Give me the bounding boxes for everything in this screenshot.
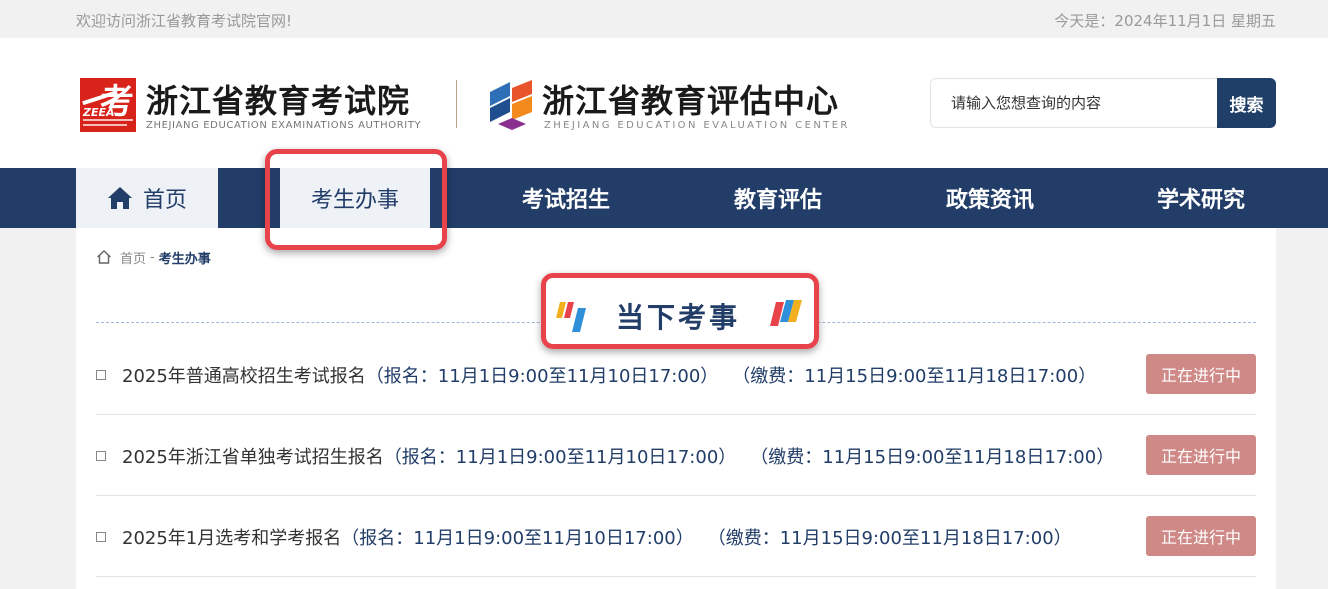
evaluation-center-logo[interactable]: 浙江省教育评估中心 ZHEJIANG EDUCATION EVALUATION …: [488, 76, 858, 136]
search-button[interactable]: 搜索: [1217, 78, 1276, 128]
list-item-registration: （报名：11月1日9:00至11月10日17:00）: [383, 447, 737, 468]
list-item[interactable]: 2025年1月选考和学考报名（报名：11月1日9:00至11月10日17:00）…: [96, 496, 1256, 577]
site-header: 考 ZEEA 浙江省教育考试院 ZHEJIANG EDUCATION EXAMI…: [0, 38, 1328, 168]
current-exam-list: 2025年普通高校招生考试报名（报名：11月1日9:00至11月10日17:00…: [96, 334, 1256, 577]
nav-item-label: 考生办事: [310, 188, 399, 213]
nav-item-label: 考试招生: [521, 188, 610, 213]
nav-item-exam-enrollment[interactable]: 考试招生: [496, 168, 636, 228]
list-item-registration: （报名：11月1日9:00至11月10日17:00）: [365, 366, 719, 387]
nav-item-candidate-services[interactable]: 考生办事: [280, 168, 430, 228]
home-icon: [107, 187, 132, 209]
top-bar: 欢迎访问浙江省教育考试院官网! 今天是：2024年11月1日 星期五: [0, 0, 1328, 38]
bullet-square-icon: [96, 451, 106, 461]
list-item[interactable]: 2025年浙江省单独考试招生报名（报名：11月1日9:00至11月10日17:0…: [96, 415, 1256, 496]
exam-authority-name: 浙江省教育考试院: [146, 82, 411, 120]
list-item-title[interactable]: 2025年浙江省单独考试招生报名: [122, 447, 384, 468]
breadcrumb-current: 考生办事: [158, 251, 211, 267]
evaluation-center-mark-icon: [490, 80, 532, 130]
search-input[interactable]: [930, 78, 1220, 128]
bullet-square-icon: [96, 370, 106, 380]
bullet-square-icon: [96, 532, 106, 542]
nav-item-home[interactable]: 首页: [76, 168, 218, 228]
decorative-stripes-icon: [556, 302, 586, 332]
list-item-text: 2025年1月选考和学考报名（报名：11月1日9:00至11月10日17:00）…: [122, 524, 1072, 550]
list-item[interactable]: 2025年普通高校招生考试报名（报名：11月1日9:00至11月10日17:00…: [96, 334, 1256, 415]
nav-item-education-evaluation[interactable]: 教育评估: [708, 168, 848, 228]
list-item-payment: （缴费：11月15日9:00至11月18日17:00）: [750, 447, 1115, 468]
list-item-text: 2025年浙江省单独考试招生报名（报名：11月1日9:00至11月10日17:0…: [122, 443, 1114, 469]
welcome-text: 欢迎访问浙江省教育考试院官网!: [76, 12, 293, 30]
evaluation-center-name: 浙江省教育评估中心: [542, 82, 840, 120]
nav-item-academic-research[interactable]: 学术研究: [1131, 168, 1271, 228]
status-badge[interactable]: 正在进行中: [1146, 354, 1256, 394]
breadcrumb-home-icon: [97, 250, 111, 264]
list-item-payment: （缴费：11月15日9:00至11月18日17:00）: [707, 528, 1072, 549]
status-badge[interactable]: 正在进行中: [1146, 516, 1256, 556]
date-text: 今天是：2024年11月1日 星期五: [1054, 12, 1276, 30]
status-badge[interactable]: 正在进行中: [1146, 435, 1256, 475]
list-item-title[interactable]: 2025年普通高校招生考试报名: [122, 366, 366, 387]
main-content: 首页 - 考生办事 当下考事 2025年普通高校招生考试报名（报名：11月1日9…: [76, 228, 1276, 589]
section-title: 当下考事: [616, 301, 741, 334]
breadcrumb-separator: -: [150, 249, 155, 265]
list-item-payment: （缴费：11月15日9:00至11月18日17:00）: [732, 366, 1097, 387]
exam-authority-english-name: ZHEJIANG EDUCATION EXAMINATIONS AUTHORIT…: [146, 120, 422, 131]
search-box: 搜索: [930, 78, 1276, 128]
list-item-title[interactable]: 2025年1月选考和学考报名: [122, 528, 341, 549]
decorative-stripes-icon: [770, 300, 802, 326]
list-item-registration: （报名：11月1日9:00至11月10日17:00）: [341, 528, 694, 549]
nav-item-label: 学术研究: [1156, 188, 1245, 213]
logo-divider: [456, 80, 457, 128]
main-nav: 首页 考生办事 考试招生 教育评估 政策资讯 学术研究: [0, 168, 1328, 228]
breadcrumb-home-link[interactable]: 首页: [120, 248, 146, 267]
zeea-badge-icon: 考 ZEEA: [80, 78, 136, 132]
list-item-text: 2025年普通高校招生考试报名（报名：11月1日9:00至11月10日17:00…: [122, 362, 1096, 388]
nav-item-label: 教育评估: [733, 188, 822, 213]
nav-item-label: 首页: [142, 188, 187, 213]
nav-item-policy-news[interactable]: 政策资讯: [920, 168, 1060, 228]
evaluation-center-english-name: ZHEJIANG EDUCATION EVALUATION CENTER: [544, 120, 850, 131]
nav-item-label: 政策资讯: [945, 188, 1034, 213]
exam-authority-logo[interactable]: 考 ZEEA 浙江省教育考试院 ZHEJIANG EDUCATION EXAMI…: [80, 76, 422, 136]
breadcrumb: 首页 - 考生办事: [96, 248, 211, 267]
